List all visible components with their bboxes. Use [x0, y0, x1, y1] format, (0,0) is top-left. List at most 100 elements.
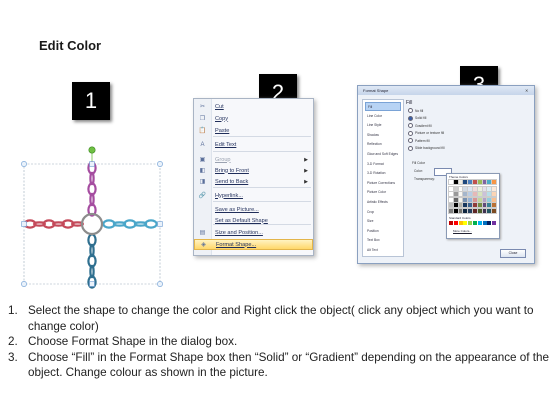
theme-color-swatch[interactable] — [476, 202, 483, 208]
theme-color-swatch[interactable] — [462, 196, 469, 203]
context-menu-item-group[interactable]: ▣ Group ▶ — [194, 154, 313, 165]
theme-color-swatch[interactable] — [462, 202, 469, 208]
theme-color-swatch[interactable] — [472, 207, 478, 214]
theme-color-swatch[interactable] — [457, 207, 464, 214]
theme-color-swatch[interactable] — [491, 191, 498, 197]
standard-color-swatch[interactable] — [473, 221, 477, 225]
theme-color-swatch[interactable] — [462, 191, 469, 197]
theme-color-swatch[interactable] — [467, 207, 474, 214]
dialog-nav-item[interactable]: Text Box — [365, 236, 401, 245]
standard-color-swatch[interactable] — [453, 221, 458, 225]
theme-color-swatch[interactable] — [481, 196, 488, 203]
theme-color-swatch[interactable] — [472, 196, 478, 203]
dialog-nav-item[interactable]: Artistic Effects — [365, 198, 401, 207]
fill-option-radio[interactable]: Solid fill — [408, 115, 426, 121]
theme-color-swatch[interactable] — [448, 207, 454, 214]
standard-color-swatch[interactable] — [482, 221, 487, 225]
theme-color-swatch[interactable] — [481, 185, 488, 192]
context-menu-item-bring-to-front[interactable]: ◧ Bring to Front ▶ — [194, 165, 313, 176]
theme-color-swatch[interactable] — [491, 196, 498, 203]
theme-color-swatch[interactable] — [462, 207, 469, 214]
theme-color-swatch[interactable] — [476, 185, 483, 192]
theme-color-swatch[interactable] — [491, 202, 498, 208]
standard-color-swatch[interactable] — [458, 221, 463, 225]
fill-option-radio[interactable]: Slide background fill — [408, 145, 445, 151]
theme-color-swatch[interactable] — [452, 179, 459, 185]
context-menu-item-size-and-position[interactable]: ▤ Size and Position... — [194, 227, 313, 238]
dialog-nav-item[interactable]: Alt Text — [365, 246, 401, 255]
theme-color-swatch[interactable] — [457, 202, 464, 208]
theme-color-swatch[interactable] — [472, 191, 478, 197]
close-button[interactable]: Close — [500, 249, 526, 258]
dialog-nav-item[interactable]: Position — [365, 227, 401, 236]
theme-color-swatch[interactable] — [486, 202, 493, 208]
theme-color-swatch[interactable] — [472, 202, 478, 208]
context-menu-item-hyperlink[interactable]: 🔗 Hyperlink... — [194, 190, 313, 201]
context-menu-item-copy[interactable]: ❐ Copy — [194, 113, 313, 124]
theme-color-swatch[interactable] — [457, 196, 464, 203]
fill-option-radio[interactable]: Pattern fill — [408, 138, 430, 143]
standard-color-swatch[interactable] — [468, 221, 473, 225]
standard-color-swatch[interactable] — [449, 221, 453, 225]
theme-color-swatch[interactable] — [481, 179, 488, 185]
chain-shape[interactable] — [18, 144, 168, 294]
fill-option-radio[interactable]: Picture or texture fill — [408, 130, 444, 136]
theme-color-swatch[interactable] — [472, 179, 478, 185]
theme-color-swatch[interactable] — [452, 191, 459, 197]
theme-color-swatch[interactable] — [457, 191, 464, 197]
more-colors-link[interactable]: More Colors... — [453, 229, 472, 233]
theme-color-swatch[interactable] — [476, 191, 483, 197]
theme-color-swatch[interactable] — [452, 185, 459, 192]
standard-color-swatch[interactable] — [492, 221, 497, 225]
theme-color-swatch[interactable] — [462, 179, 469, 185]
theme-color-swatch[interactable] — [467, 196, 474, 203]
theme-color-swatch[interactable] — [457, 185, 464, 192]
fill-option-radio[interactable]: No fill — [408, 108, 423, 113]
context-menu-item-send-to-back[interactable]: ◨ Send to Back ▶ — [194, 176, 313, 187]
theme-color-swatch[interactable] — [476, 179, 483, 185]
theme-color-swatch[interactable] — [467, 179, 474, 185]
theme-color-swatch[interactable] — [481, 207, 488, 214]
theme-color-swatch[interactable] — [448, 185, 454, 192]
theme-color-swatch[interactable] — [467, 191, 474, 197]
context-menu-item-save-as-picture[interactable]: Save as Picture... — [194, 204, 313, 215]
theme-color-swatch[interactable] — [467, 185, 474, 192]
dialog-nav-item[interactable]: Picture Corrections — [365, 179, 401, 188]
dialog-nav-item[interactable]: 3-D Format — [365, 160, 401, 169]
theme-color-swatch[interactable] — [486, 179, 493, 185]
theme-color-swatch[interactable] — [486, 191, 493, 197]
theme-color-swatch[interactable] — [486, 185, 493, 192]
dialog-nav-item[interactable]: 3-D Rotation — [365, 169, 401, 178]
theme-color-swatch[interactable] — [491, 179, 498, 185]
dialog-nav-item[interactable]: Shadow — [365, 131, 401, 140]
theme-color-swatch[interactable] — [452, 202, 459, 208]
dialog-nav-item[interactable]: Glow and Soft Edges — [365, 150, 401, 159]
theme-color-swatch[interactable] — [462, 185, 469, 192]
dialog-nav-item[interactable]: Picture Color — [365, 188, 401, 197]
standard-color-swatch[interactable] — [463, 221, 468, 225]
theme-color-swatch[interactable] — [486, 196, 493, 203]
theme-color-swatch[interactable] — [472, 185, 478, 192]
theme-color-swatch[interactable] — [467, 202, 474, 208]
dialog-nav-item[interactable]: Line Color — [365, 112, 401, 121]
dialog-nav-item[interactable]: Crop — [365, 208, 401, 217]
dialog-nav-item[interactable]: Line Style — [365, 121, 401, 130]
dialog-nav-item[interactable]: Fill — [365, 102, 401, 111]
standard-color-swatch[interactable] — [487, 221, 492, 225]
theme-color-swatch[interactable] — [457, 179, 464, 185]
theme-color-swatch[interactable] — [476, 207, 483, 214]
dialog-nav-item[interactable]: Reflection — [365, 140, 401, 149]
standard-color-swatch[interactable] — [477, 221, 482, 225]
theme-color-swatch[interactable] — [452, 207, 459, 214]
theme-color-swatch[interactable] — [486, 207, 493, 214]
theme-color-swatch[interactable] — [448, 196, 454, 203]
theme-color-swatch[interactable] — [452, 196, 459, 203]
theme-color-swatch[interactable] — [491, 207, 498, 214]
theme-color-swatch[interactable] — [491, 185, 498, 192]
context-menu-item-cut[interactable]: ✂ Cut — [194, 101, 313, 112]
dialog-close-icon[interactable]: ✕ — [525, 88, 531, 93]
fill-option-radio[interactable]: Gradient fill — [408, 123, 432, 128]
context-menu-item-format-shape[interactable]: ◈ Format Shape... — [194, 239, 313, 250]
theme-color-swatch[interactable] — [448, 191, 454, 197]
theme-color-swatch[interactable] — [448, 179, 454, 185]
